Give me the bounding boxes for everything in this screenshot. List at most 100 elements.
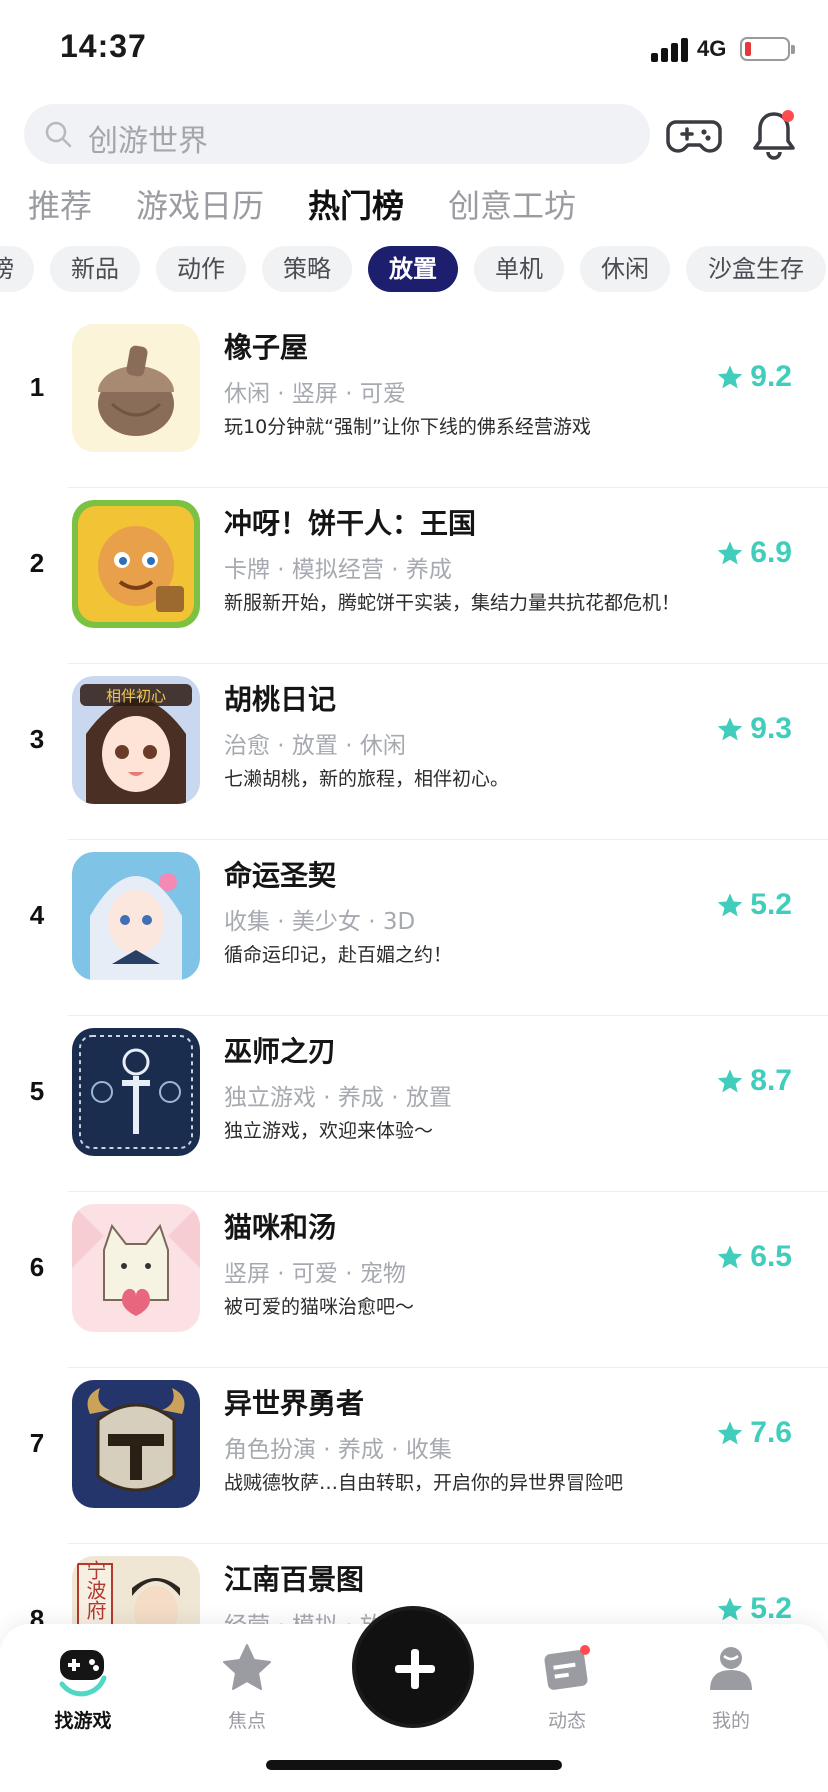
search-placeholder: 创游世界 xyxy=(88,124,208,159)
nav-feed[interactable]: 动态 xyxy=(512,1640,622,1733)
star-icon xyxy=(718,1421,743,1445)
star-icon xyxy=(718,541,743,565)
game-rating: 5.2 xyxy=(716,1592,792,1626)
game-row[interactable]: 6 猫咪和汤 竖屏 · 可爱 · 宠物 被可爱的猫咪治愈吧～ 6.5 xyxy=(0,1192,828,1368)
game-rating: 6.9 xyxy=(716,536,792,570)
game-rating: 9.2 xyxy=(716,360,792,394)
game-row[interactable]: 3 相伴初心 胡桃日记 治愈 · 放置 · 休闲 七濑胡桃，新的旅程，相伴初心。… xyxy=(0,664,828,840)
game-description: 玩10分钟就“强制”让你下线的佛系经营游戏 xyxy=(224,416,591,438)
game-row[interactable]: 4 命运圣契 收集 · 美少女 · 3D 循命运印记，赴百媚之约！ 5.2 xyxy=(0,840,828,1016)
notification-badge xyxy=(782,110,794,122)
game-rating: 7.6 xyxy=(716,1416,792,1450)
game-rating: 9.3 xyxy=(716,712,792,746)
star-icon xyxy=(223,1644,271,1690)
game-icon xyxy=(72,324,200,452)
search-icon xyxy=(45,121,72,148)
game-icon xyxy=(72,852,200,980)
home-indicator xyxy=(266,1760,562,1770)
game-row[interactable]: 7 异世界勇者 角色扮演 · 养成 · 收集 战贼德牧萨…自由转职，开启你的异世… xyxy=(0,1368,828,1544)
star-icon xyxy=(718,1069,743,1093)
star-icon xyxy=(718,1597,743,1621)
star-icon xyxy=(718,365,743,389)
chip-sandbox[interactable]: 沙盒生存 xyxy=(686,246,826,292)
game-icon xyxy=(72,1204,200,1332)
nav-focus[interactable]: 焦点 xyxy=(192,1640,302,1733)
game-description: 独立游戏，欢迎来体验～ xyxy=(224,1120,434,1142)
game-title: 胡桃日记 xyxy=(224,683,337,716)
star-icon xyxy=(718,717,743,741)
game-row[interactable]: 5 巫师之刃 独立游戏 · 养成 · 放置 独立游戏，欢迎来体验～ 8.7 xyxy=(0,1016,828,1192)
feed-icon xyxy=(544,1645,590,1690)
rank-number: 3 xyxy=(29,724,45,754)
rank-number: 5 xyxy=(29,1076,45,1106)
game-tags: 竖屏 · 可爱 · 宠物 xyxy=(224,1261,406,1287)
game-tags: 治愈 · 放置 · 休闲 xyxy=(224,733,406,759)
game-title: 冲呀！饼干人：王国 xyxy=(224,507,477,540)
chip-casual[interactable]: 休闲 xyxy=(580,246,670,292)
tab-creative-workshop[interactable]: 创意工坊 xyxy=(448,184,576,244)
main-tabs: 推荐 游戏日历 热门榜 创意工坊 xyxy=(28,184,576,244)
tab-game-calendar[interactable]: 游戏日历 xyxy=(136,184,264,244)
tab-hot-ranking[interactable]: 热门榜 xyxy=(308,184,405,244)
rank-number: 4 xyxy=(29,900,45,930)
game-title: 江南百景图 xyxy=(224,1563,365,1596)
status-bar: 14:37 4G xyxy=(0,0,828,100)
profile-icon xyxy=(710,1647,752,1690)
game-description: 循命运印记，赴百媚之约！ xyxy=(224,944,453,966)
nav-label: 焦点 xyxy=(227,1710,266,1732)
game-icon xyxy=(72,1380,200,1508)
game-tags: 卡牌 · 模拟经营 · 养成 xyxy=(224,557,452,583)
game-score: 9.2 xyxy=(750,360,792,393)
game-rating: 6.5 xyxy=(716,1240,792,1274)
game-score: 5.2 xyxy=(750,888,792,921)
game-title: 猫咪和汤 xyxy=(224,1211,337,1244)
game-library-button[interactable] xyxy=(666,106,722,162)
chip-partial[interactable]: 榜 xyxy=(0,246,34,292)
network-label: 4G xyxy=(697,36,727,61)
game-tags: 独立游戏 · 养成 · 放置 xyxy=(224,1085,452,1111)
game-tags: 角色扮演 · 养成 · 收集 xyxy=(224,1437,452,1463)
nav-profile[interactable]: 我的 xyxy=(676,1640,786,1733)
game-score: 6.5 xyxy=(750,1240,792,1273)
chip-strategy[interactable]: 策略 xyxy=(262,246,352,292)
game-title: 橡子屋 xyxy=(224,331,309,364)
nav-find-games[interactable]: 找游戏 xyxy=(28,1640,138,1733)
tab-recommend[interactable]: 推荐 xyxy=(28,184,92,244)
battery-icon xyxy=(740,37,795,61)
game-description: 战贼德牧萨…自由转职，开启你的异世界冒险吧 xyxy=(224,1472,624,1494)
game-row[interactable]: 1 橡子屋 休闲 · 竖屏 · 可爱 玩10分钟就“强制”让你下线的佛系经营游戏… xyxy=(0,312,828,488)
category-chips: 榜 新品 动作 策略 放置 单机 休闲 沙盒生存 xyxy=(0,246,828,292)
icon-text: 宁波府 xyxy=(83,1560,107,1620)
plus-icon xyxy=(395,1649,435,1689)
nav-label: 我的 xyxy=(711,1710,750,1732)
rank-number: 7 xyxy=(29,1428,45,1458)
game-icon: 相伴初心 xyxy=(72,676,200,804)
icon-text: 相伴初心 xyxy=(106,687,166,705)
star-icon xyxy=(718,893,743,917)
game-score: 8.7 xyxy=(750,1064,792,1097)
star-icon xyxy=(718,1245,743,1269)
game-description: 七濑胡桃，新的旅程，相伴初心。 xyxy=(224,768,510,790)
rank-number: 2 xyxy=(29,548,45,578)
notification-button[interactable] xyxy=(748,104,800,164)
game-score: 6.9 xyxy=(750,536,792,569)
game-score: 9.3 xyxy=(750,712,792,745)
nav-label: 找游戏 xyxy=(54,1710,112,1732)
game-score: 5.2 xyxy=(750,1592,792,1625)
rank-number: 1 xyxy=(29,372,45,402)
game-title: 巫师之刃 xyxy=(224,1035,337,1068)
game-description: 新服新开始，腾蛇饼干实装，集结力量共抗花都危机！ xyxy=(224,592,681,614)
signal-icon xyxy=(651,36,691,62)
game-rating: 8.7 xyxy=(716,1064,792,1098)
create-button[interactable] xyxy=(352,1606,474,1728)
gamepad-icon xyxy=(666,120,722,153)
chip-new[interactable]: 新品 xyxy=(50,246,140,292)
game-title: 命运圣契 xyxy=(224,859,337,892)
game-row[interactable]: 2 冲呀！饼干人：王国 卡牌 · 模拟经营 · 养成 新服新开始，腾蛇饼干实装，… xyxy=(0,488,828,664)
chip-action[interactable]: 动作 xyxy=(156,246,246,292)
chip-standalone[interactable]: 单机 xyxy=(474,246,564,292)
game-icon xyxy=(72,1028,200,1156)
search-bar[interactable]: 创游世界 xyxy=(24,104,650,164)
chip-idle[interactable]: 放置 xyxy=(368,246,458,292)
game-rating: 5.2 xyxy=(716,888,792,922)
